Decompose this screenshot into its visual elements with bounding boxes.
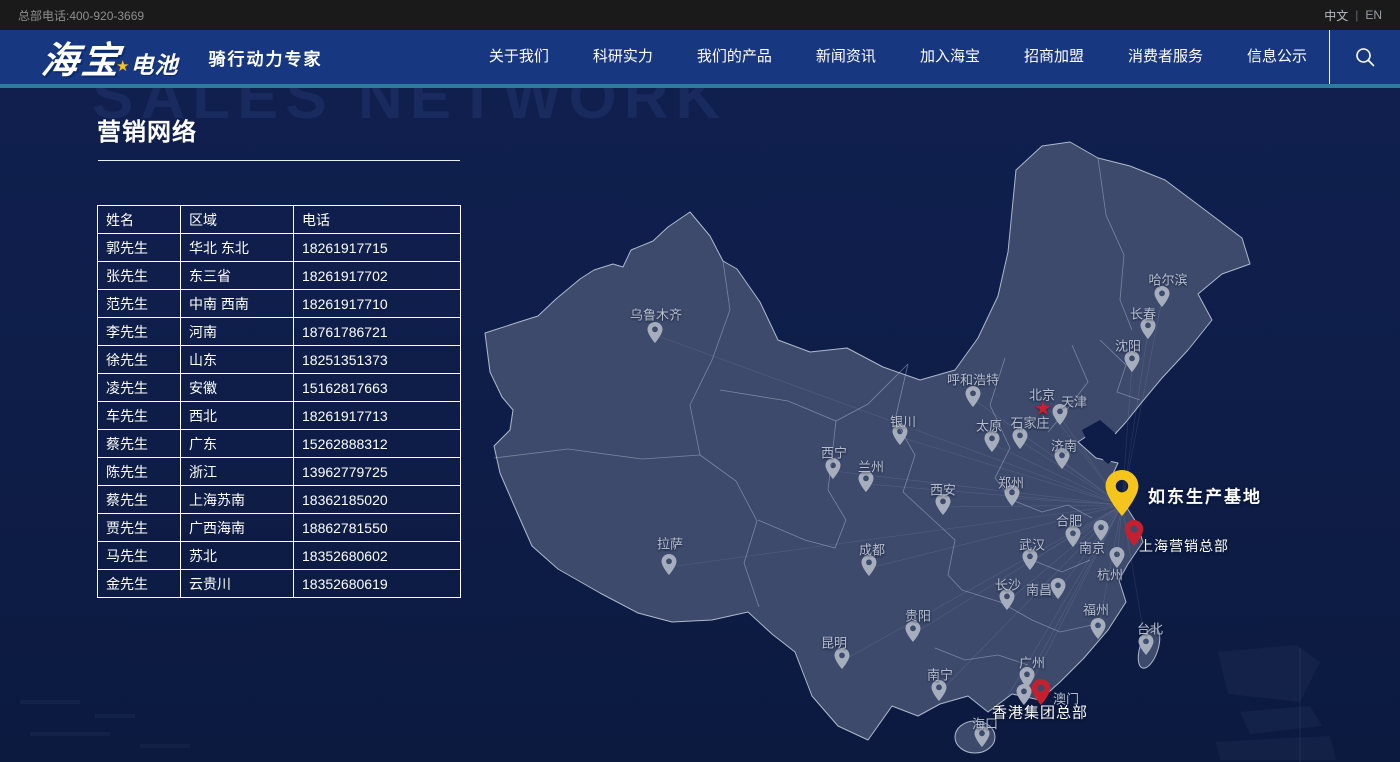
table-cell: 18862781550: [294, 514, 461, 542]
table-cell: 18352680619: [294, 570, 461, 598]
logo-text-sub: 电池: [130, 46, 178, 80]
nav-item[interactable]: 信息公示: [1225, 30, 1329, 84]
table-cell: 蔡先生: [98, 430, 181, 458]
contact-table: 姓名区域电话 郭先生华北 东北18261917715张先生东三省18261917…: [97, 205, 461, 598]
table-cell: 蔡先生: [98, 486, 181, 514]
table-cell: 金先生: [98, 570, 181, 598]
table-cell: 15162817663: [294, 374, 461, 402]
logo-star-icon: ★: [116, 57, 129, 75]
table-cell: 18352680602: [294, 542, 461, 570]
table-cell: 河南: [181, 318, 294, 346]
table-cell: 广东: [181, 430, 294, 458]
contact-table-body: 郭先生华北 东北18261917715张先生东三省18261917702范先生中…: [98, 234, 461, 598]
table-cell: 东三省: [181, 262, 294, 290]
logo-text-main: 海宝: [39, 30, 125, 84]
nav-item[interactable]: 消费者服务: [1106, 30, 1225, 84]
table-cell: 范先生: [98, 290, 181, 318]
nav-item[interactable]: 科研实力: [571, 30, 675, 84]
table-cell: 华北 东北: [181, 234, 294, 262]
table-cell: 车先生: [98, 402, 181, 430]
table-row: 郭先生华北 东北18261917715: [98, 234, 461, 262]
table-cell: 徐先生: [98, 346, 181, 374]
table-cell: 凌先生: [98, 374, 181, 402]
table-row: 蔡先生上海苏南18362185020: [98, 486, 461, 514]
topbar: 总部电话:400-920-3669 中文 | EN: [0, 0, 1400, 30]
lang-divider: |: [1355, 8, 1358, 22]
table-cell: 李先生: [98, 318, 181, 346]
table-cell: 中南 西南: [181, 290, 294, 318]
table-cell: 安徽: [181, 374, 294, 402]
table-cell: 山东: [181, 346, 294, 374]
title-underline: [98, 160, 460, 161]
table-cell: 浙江: [181, 458, 294, 486]
table-row: 凌先生安徽15162817663: [98, 374, 461, 402]
taiwan-island: [1134, 625, 1164, 671]
table-cell: 18261917715: [294, 234, 461, 262]
table-cell: 18261917710: [294, 290, 461, 318]
navbar: 海宝 ★ 电池 骑行动力专家 关于我们科研实力我们的产品新闻资讯加入海宝招商加盟…: [0, 30, 1400, 84]
table-cell: 贾先生: [98, 514, 181, 542]
nav-item[interactable]: 新闻资讯: [794, 30, 898, 84]
column-header: 电话: [294, 206, 461, 234]
table-cell: 18362185020: [294, 486, 461, 514]
table-row: 徐先生山东18251351373: [98, 346, 461, 374]
china-outline: [485, 142, 1250, 740]
table-row: 车先生西北18261917713: [98, 402, 461, 430]
nav-item[interactable]: 关于我们: [467, 30, 571, 84]
hq-phone: 总部电话:400-920-3669: [18, 7, 144, 24]
table-cell: 郭先生: [98, 234, 181, 262]
table-row: 贾先生广西海南18862781550: [98, 514, 461, 542]
table-cell: 18251351373: [294, 346, 461, 374]
lang-zh-link[interactable]: 中文: [1324, 7, 1348, 24]
table-cell: 苏北: [181, 542, 294, 570]
table-cell: 13962779725: [294, 458, 461, 486]
table-cell: 陈先生: [98, 458, 181, 486]
nav-menu: 关于我们科研实力我们的产品新闻资讯加入海宝招商加盟消费者服务信息公示: [467, 30, 1329, 84]
table-row: 张先生东三省18261917702: [98, 262, 461, 290]
nav-item[interactable]: 招商加盟: [1002, 30, 1106, 84]
table-cell: 西北: [181, 402, 294, 430]
accent-strip: [0, 84, 1400, 88]
table-cell: 15262888312: [294, 430, 461, 458]
table-cell: 马先生: [98, 542, 181, 570]
table-row: 范先生中南 西南18261917710: [98, 290, 461, 318]
table-row: 金先生云贵川18352680619: [98, 570, 461, 598]
table-cell: 18761786721: [294, 318, 461, 346]
table-row: 陈先生浙江13962779725: [98, 458, 461, 486]
search-button[interactable]: [1330, 30, 1400, 84]
page-title: 营销网络: [97, 112, 197, 147]
table-row: 蔡先生广东15262888312: [98, 430, 461, 458]
table-cell: 18261917702: [294, 262, 461, 290]
table-cell: 云贵川: [181, 570, 294, 598]
nav-item[interactable]: 加入海宝: [898, 30, 1002, 84]
table-row: 马先生苏北18352680602: [98, 542, 461, 570]
table-row: 李先生河南18761786721: [98, 318, 461, 346]
contact-table-header-row: 姓名区域电话: [98, 206, 461, 234]
hainan-island: [955, 721, 995, 753]
column-header: 区域: [181, 206, 294, 234]
nav-item[interactable]: 我们的产品: [675, 30, 794, 84]
language-switcher: 中文 | EN: [1324, 7, 1382, 24]
table-cell: 18261917713: [294, 402, 461, 430]
lang-en-link[interactable]: EN: [1365, 8, 1382, 22]
brand-tagline: 骑行动力专家: [208, 45, 322, 70]
search-icon: [1354, 46, 1376, 68]
brand-logo[interactable]: 海宝 ★ 电池: [42, 30, 178, 84]
table-cell: 广西海南: [181, 514, 294, 542]
table-cell: 上海苏南: [181, 486, 294, 514]
column-header: 姓名: [98, 206, 181, 234]
table-cell: 张先生: [98, 262, 181, 290]
